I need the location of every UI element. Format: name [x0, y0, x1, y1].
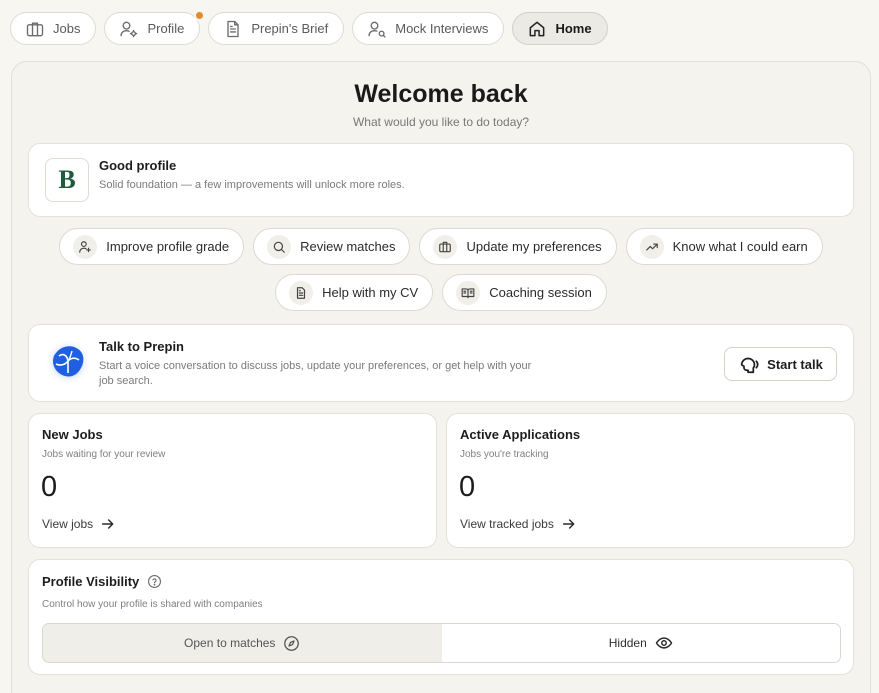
tab-label: Prepin's Brief — [251, 21, 329, 36]
option-label: Hidden — [608, 636, 647, 650]
chip-label: Review matches — [300, 239, 396, 254]
view-jobs-label: View jobs — [42, 517, 94, 531]
prepin-orb-icon — [45, 339, 91, 385]
chip-label: Coaching session — [489, 285, 592, 300]
review-matches-button[interactable]: Review matches — [253, 228, 411, 265]
profile-visibility-card: Profile Visibility Control how your prof… — [28, 559, 854, 675]
tab-label: Mock Interviews — [395, 21, 489, 36]
speaking-head-icon — [740, 357, 759, 374]
profile-grade-badge: B — [45, 158, 89, 202]
view-jobs-link[interactable]: View jobs — [42, 516, 116, 532]
notification-dot — [194, 10, 206, 21]
start-talk-label: Start talk — [767, 356, 823, 372]
new-jobs-count: 0 — [41, 471, 58, 503]
page-subtitle: What would you like to do today? — [352, 115, 530, 129]
chip-label: Know what I could earn — [672, 239, 808, 254]
profile-visibility-title: Profile Visibility — [42, 574, 140, 589]
talk-to-prepin-card: Talk to Prepin Start a voice conversatio… — [28, 324, 854, 402]
active-applications-subtitle: Jobs you're tracking — [460, 449, 549, 460]
know-earnings-button[interactable]: Know what I could earn — [625, 228, 823, 265]
arrow-right-icon — [102, 519, 114, 529]
profile-grade-description: Solid foundation — a few improvements wi… — [99, 179, 405, 191]
help-with-cv-button[interactable]: Help with my CV — [275, 274, 434, 311]
eye-icon — [655, 637, 672, 649]
talk-title: Talk to Prepin — [99, 339, 184, 354]
briefcase-icon — [433, 234, 458, 259]
new-jobs-title: New Jobs — [42, 427, 103, 442]
quick-actions-row: Improve profile grade Review matches Upd… — [12, 228, 870, 265]
home-panel: Welcome back What would you like to do t… — [11, 61, 871, 693]
improve-profile-grade-button[interactable]: Improve profile grade — [59, 228, 245, 265]
document-icon — [227, 20, 239, 37]
user-gear-icon — [120, 21, 138, 37]
active-applications-count: 0 — [459, 471, 476, 503]
profile-visibility-heading: Profile Visibility — [42, 574, 162, 589]
hidden-option[interactable]: Hidden — [441, 624, 840, 662]
book-open-icon — [456, 280, 481, 305]
start-talk-button[interactable]: Start talk — [724, 347, 837, 381]
option-label: Open to matches — [184, 636, 276, 650]
search-icon — [267, 234, 292, 259]
chip-label: Improve profile grade — [106, 239, 230, 254]
talk-description: Start a voice conversation to discuss jo… — [99, 360, 532, 387]
help-circle-icon[interactable] — [147, 574, 162, 589]
chip-label: Update my preferences — [466, 239, 602, 254]
active-applications-title: Active Applications — [460, 427, 581, 442]
page-title: Welcome back — [354, 80, 528, 108]
user-plus-icon — [73, 234, 98, 259]
open-to-matches-option[interactable]: Open to matches — [43, 624, 442, 662]
tab-prepins-brief[interactable]: Prepin's Brief — [208, 12, 345, 45]
tab-jobs[interactable]: Jobs — [10, 12, 97, 45]
tab-label: Jobs — [53, 21, 81, 36]
tab-home[interactable]: Home — [512, 12, 608, 45]
document-icon — [289, 280, 314, 305]
coaching-session-button[interactable]: Coaching session — [442, 274, 607, 311]
tab-mock-interviews[interactable]: Mock Interviews — [352, 12, 505, 45]
profile-grade-title: Good profile — [99, 158, 177, 173]
briefcase-icon — [26, 22, 44, 36]
trending-up-icon — [639, 234, 664, 259]
home-icon — [530, 21, 545, 36]
tab-profile[interactable]: Profile — [104, 10, 206, 45]
compass-icon — [284, 635, 300, 651]
view-tracked-jobs-link[interactable]: View tracked jobs — [460, 516, 577, 532]
quick-actions-row-2: Help with my CV Coaching session — [12, 274, 870, 311]
view-tracked-jobs-label: View tracked jobs — [460, 517, 554, 531]
tab-label: Home — [555, 21, 592, 36]
active-applications-card: Active Applications Jobs you're tracking… — [446, 413, 855, 548]
user-settings-icon — [368, 21, 386, 38]
arrow-right-icon — [562, 519, 575, 529]
profile-visibility-subtitle: Control how your profile is shared with … — [42, 599, 263, 610]
profile-grade-card[interactable]: B Good profile Solid foundation — a few … — [28, 143, 854, 217]
chip-label: Help with my CV — [322, 285, 419, 300]
new-jobs-subtitle: Jobs waiting for your review — [42, 449, 166, 460]
update-preferences-button[interactable]: Update my preferences — [419, 228, 617, 265]
visibility-toggle: Open to matches Hidden — [42, 623, 841, 663]
new-jobs-card: New Jobs Jobs waiting for your review 0 … — [28, 413, 437, 548]
tab-label: Profile — [147, 21, 185, 36]
top-nav: Jobs Profile Prepin's Brief Mock Intervi… — [10, 10, 608, 45]
